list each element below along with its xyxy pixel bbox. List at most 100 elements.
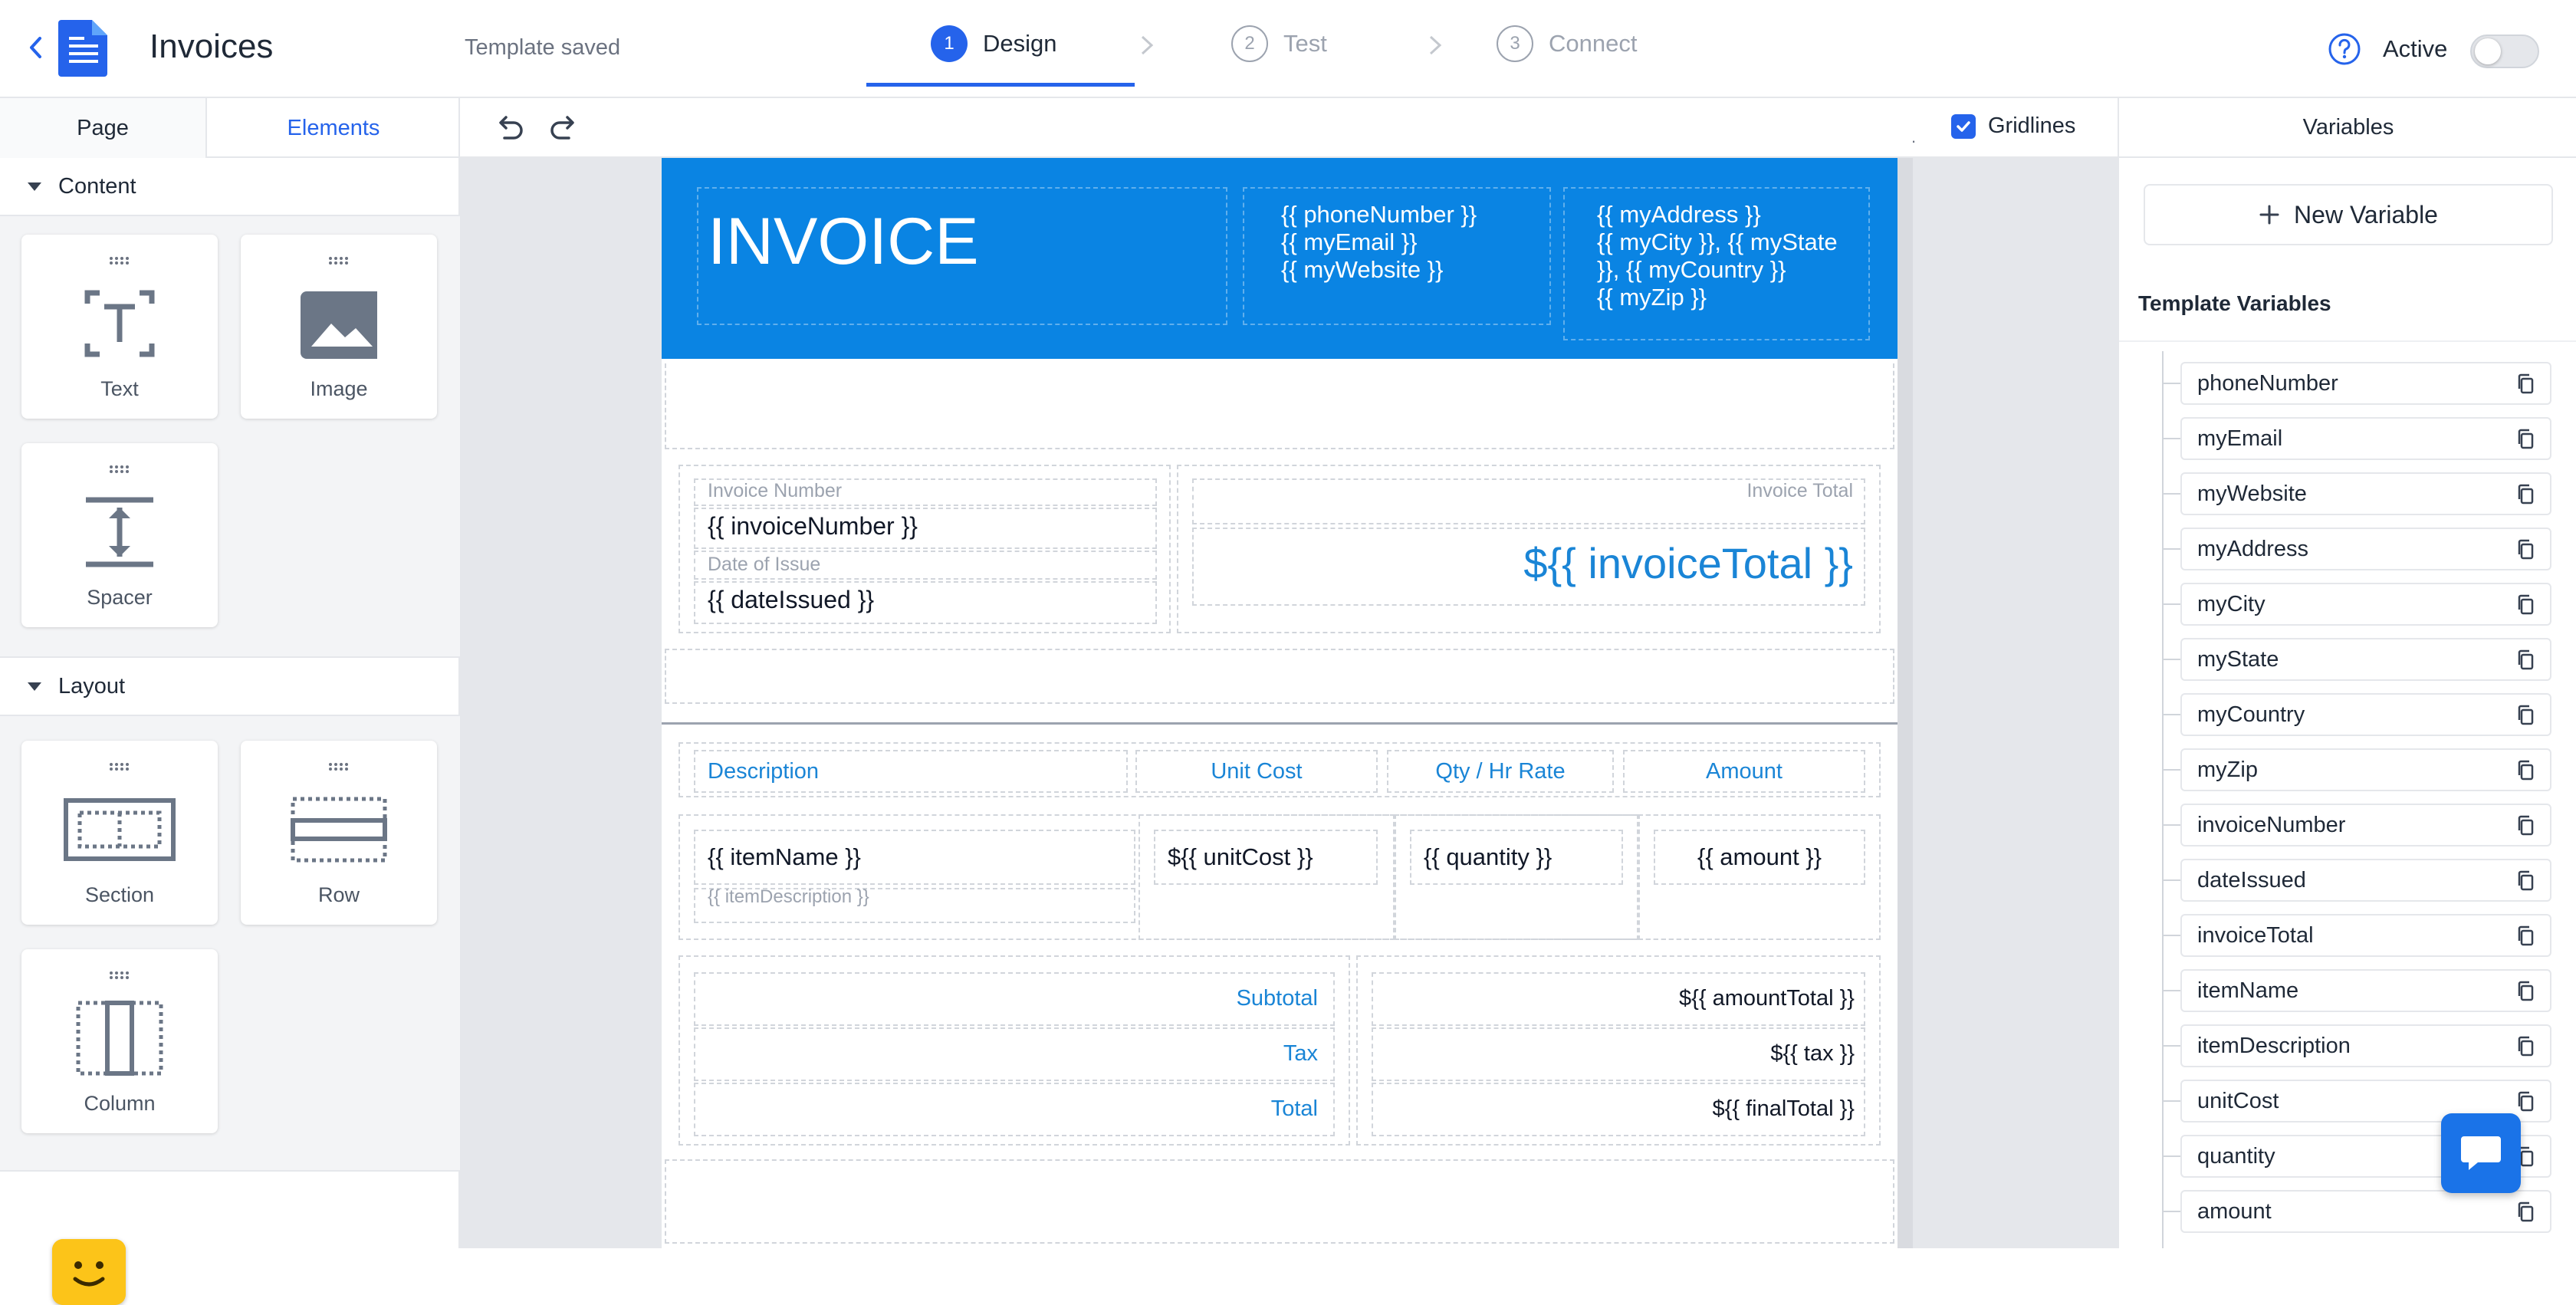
drag-handle-icon xyxy=(110,971,129,979)
variable-item[interactable]: myAddress xyxy=(2180,528,2551,570)
active-toggle[interactable] xyxy=(2470,35,2539,68)
date-of-issue-label[interactable]: Date of Issue xyxy=(708,554,820,576)
copy-icon[interactable] xyxy=(2515,649,2538,672)
variable-item[interactable]: myZip xyxy=(2180,748,2551,791)
invoice-number-label[interactable]: Invoice Number xyxy=(708,480,842,502)
quantity-value[interactable]: {{ quantity }} xyxy=(1424,843,1552,871)
th-amount[interactable]: Amount xyxy=(1623,759,1865,784)
undo-icon[interactable] xyxy=(492,113,526,144)
element-card-row[interactable]: Row xyxy=(241,741,437,925)
card-label: Column xyxy=(84,1092,156,1115)
th-description[interactable]: Description xyxy=(708,759,819,784)
contact-block[interactable]: {{ phoneNumber }} {{ myEmail }} {{ myWeb… xyxy=(1281,201,1477,284)
copy-icon[interactable] xyxy=(2515,869,2538,892)
copy-icon[interactable] xyxy=(2515,373,2538,396)
copy-icon[interactable] xyxy=(2515,593,2538,616)
spacer-row[interactable] xyxy=(665,363,1894,449)
copy-icon[interactable] xyxy=(2515,483,2538,506)
element-card-image[interactable]: Image xyxy=(241,235,437,419)
variable-item[interactable]: myState xyxy=(2180,638,2551,681)
total-label[interactable]: Total xyxy=(694,1096,1318,1122)
item-description[interactable]: {{ itemDescription }} xyxy=(708,886,869,908)
variable-name: myCountry xyxy=(2197,702,2305,727)
step-number: 2 xyxy=(1231,25,1268,62)
smiley-bot-icon[interactable] xyxy=(52,1239,126,1305)
gridlines-checkbox[interactable]: Gridlines xyxy=(1951,113,2075,139)
copy-icon[interactable] xyxy=(2515,428,2538,451)
element-card-spacer[interactable]: Spacer xyxy=(21,443,218,627)
tax-label[interactable]: Tax xyxy=(694,1041,1318,1067)
spacer-row[interactable] xyxy=(665,649,1894,704)
tab-elements[interactable]: Elements xyxy=(207,98,460,158)
variable-item[interactable]: amount xyxy=(2180,1190,2551,1233)
variable-item[interactable]: invoiceTotal xyxy=(2180,914,2551,957)
copy-icon[interactable] xyxy=(2515,704,2538,727)
card-label: Text xyxy=(100,377,139,400)
section-label: Content xyxy=(58,173,136,199)
layout-section-toggle[interactable]: Layout xyxy=(0,658,460,716)
variables-panel: Variables New Variable Template Variable… xyxy=(2118,98,2576,1248)
chat-button[interactable] xyxy=(2441,1113,2521,1193)
layout-elements: Section Row Column xyxy=(0,716,460,1172)
unit-cost-value[interactable]: ${{ unitCost }} xyxy=(1168,843,1313,871)
invoice-number-value[interactable]: {{ invoiceNumber }} xyxy=(708,512,918,541)
copy-icon[interactable] xyxy=(2515,1035,2538,1058)
tab-page[interactable]: Page xyxy=(0,98,207,158)
copy-icon[interactable] xyxy=(2515,1090,2538,1113)
copy-icon[interactable] xyxy=(2515,538,2538,561)
variable-item[interactable]: itemName xyxy=(2180,969,2551,1012)
invoice-total-value[interactable]: ${{ invoiceTotal }} xyxy=(1192,538,1853,588)
variable-item[interactable]: phoneNumber xyxy=(2180,362,2551,405)
section-label: Layout xyxy=(58,673,126,699)
copy-icon[interactable] xyxy=(2515,925,2538,948)
step-label: Test xyxy=(1283,30,1327,57)
variable-item[interactable]: dateIssued xyxy=(2180,859,2551,902)
question-circle-icon[interactable] xyxy=(2328,32,2361,66)
variable-item[interactable]: myEmail xyxy=(2180,417,2551,460)
copy-icon[interactable] xyxy=(2515,814,2538,837)
tax-value[interactable]: ${{ tax }} xyxy=(1372,1041,1855,1067)
copy-icon[interactable] xyxy=(2515,980,2538,1003)
variable-name: invoiceNumber xyxy=(2197,812,2346,837)
redo-icon[interactable] xyxy=(547,113,581,144)
canvas-scrollbar[interactable] xyxy=(1898,158,1913,1248)
back-button[interactable] xyxy=(23,31,49,64)
new-variable-button[interactable]: New Variable xyxy=(2144,184,2553,245)
item-name[interactable]: {{ itemName }} xyxy=(708,843,861,871)
subtotal-value[interactable]: ${{ amountTotal }} xyxy=(1372,986,1855,1011)
variable-item[interactable]: itemDescription xyxy=(2180,1024,2551,1067)
element-card-column[interactable]: Column xyxy=(21,949,218,1133)
invoice-total-label[interactable]: Invoice Total xyxy=(1192,480,1853,502)
variable-item[interactable]: myCity xyxy=(2180,583,2551,626)
amount-value[interactable]: {{ amount }} xyxy=(1654,843,1865,871)
step-design[interactable]: 1 Design xyxy=(931,0,1057,87)
date-issued-value[interactable]: {{ dateIssued }} xyxy=(708,586,874,614)
variable-item[interactable]: invoiceNumber xyxy=(2180,804,2551,846)
element-card-section[interactable]: Section xyxy=(21,741,218,925)
divider-line[interactable] xyxy=(662,722,1898,725)
step-label: Connect xyxy=(1549,30,1638,57)
variable-item[interactable]: myCountry xyxy=(2180,693,2551,736)
variable-name: itemName xyxy=(2197,978,2299,1003)
variable-name: dateIssued xyxy=(2197,867,2306,892)
tree-branch xyxy=(2162,935,2180,936)
copy-icon[interactable] xyxy=(2515,1201,2538,1224)
invoice-title[interactable]: INVOICE xyxy=(708,204,979,280)
th-qty[interactable]: Qty / Hr Rate xyxy=(1387,759,1614,784)
subtotal-label[interactable]: Subtotal xyxy=(694,986,1318,1011)
step-test[interactable]: 2 Test xyxy=(1231,0,1327,87)
spacer-row[interactable] xyxy=(665,1159,1894,1244)
step-number: 3 xyxy=(1497,25,1533,62)
step-connect[interactable]: 3 Connect xyxy=(1497,0,1637,87)
variable-item[interactable]: myWebsite xyxy=(2180,472,2551,515)
chevron-left-icon xyxy=(30,37,41,58)
tree-branch xyxy=(2162,603,2180,605)
drag-handle-icon xyxy=(110,257,129,265)
total-value[interactable]: ${{ finalTotal }} xyxy=(1372,1096,1855,1122)
address-block[interactable]: {{ myAddress }} {{ myCity }}, {{ myState… xyxy=(1597,201,1838,311)
copy-icon[interactable] xyxy=(2515,759,2538,782)
content-section-toggle[interactable]: Content xyxy=(0,158,460,216)
th-unit-cost[interactable]: Unit Cost xyxy=(1135,759,1378,784)
invoice-header[interactable]: INVOICE {{ phoneNumber }} {{ myEmail }} … xyxy=(662,158,1898,359)
element-card-text[interactable]: Text xyxy=(21,235,218,419)
